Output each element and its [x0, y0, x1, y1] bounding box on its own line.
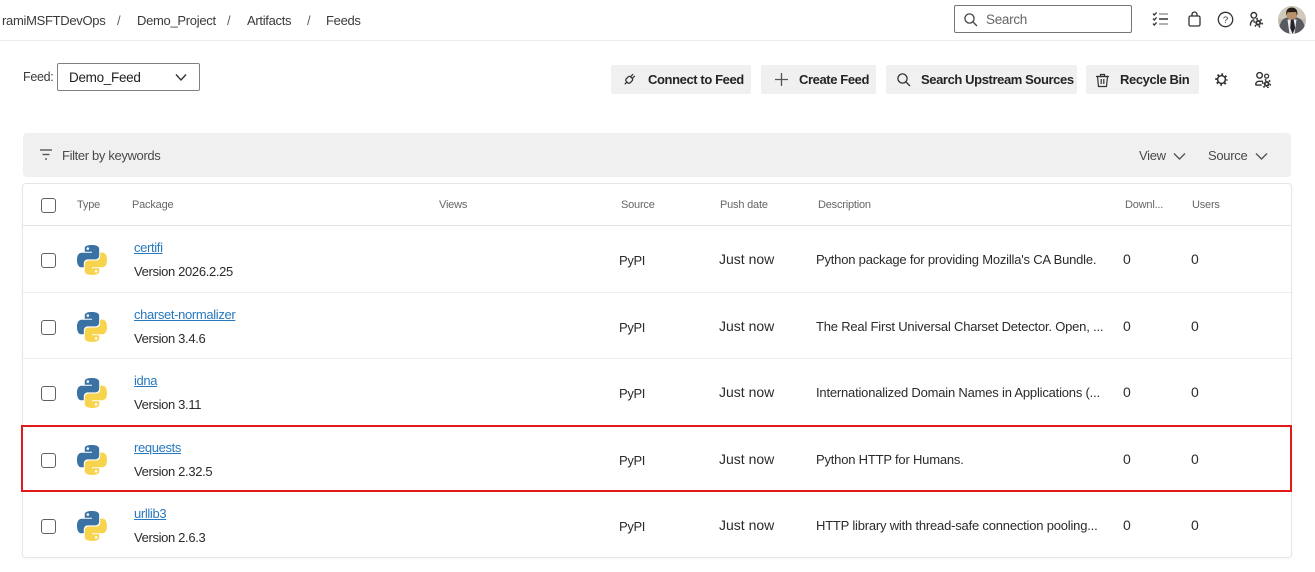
- svg-text:?: ?: [1223, 15, 1228, 26]
